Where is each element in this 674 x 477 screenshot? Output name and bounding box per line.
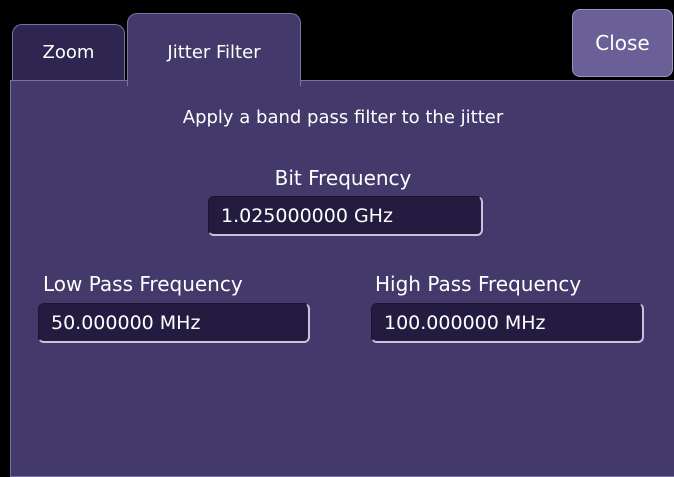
jitter-filter-dialog: Zoom Jitter Filter Close Apply a band pa…: [0, 0, 674, 477]
high-pass-frequency-value: 100.000000 MHz: [384, 311, 546, 334]
tab-zoom[interactable]: Zoom: [12, 24, 125, 80]
low-pass-frequency-value: 50.000000 MHz: [51, 311, 201, 334]
close-button[interactable]: Close: [572, 9, 673, 77]
low-pass-frequency-label: Low Pass Frequency: [43, 272, 243, 296]
bit-frequency-label: Bit Frequency: [274, 166, 412, 190]
high-pass-frequency-label: High Pass Frequency: [375, 272, 582, 296]
bit-frequency-value: 1.025000000 GHz: [221, 204, 393, 227]
tab-jitter-filter-label: Jitter Filter: [167, 41, 261, 63]
low-pass-frequency-field[interactable]: 50.000000 MHz: [38, 303, 310, 343]
tab-jitter-filter[interactable]: Jitter Filter: [127, 13, 301, 86]
tab-zoom-label: Zoom: [42, 42, 95, 63]
panel-description: Apply a band pass filter to the jitter: [182, 107, 504, 128]
close-button-label: Close: [595, 31, 650, 55]
bit-frequency-field[interactable]: 1.025000000 GHz: [208, 196, 483, 236]
high-pass-frequency-field[interactable]: 100.000000 MHz: [371, 303, 644, 343]
jitter-filter-panel: Apply a band pass filter to the jitter B…: [10, 80, 674, 477]
